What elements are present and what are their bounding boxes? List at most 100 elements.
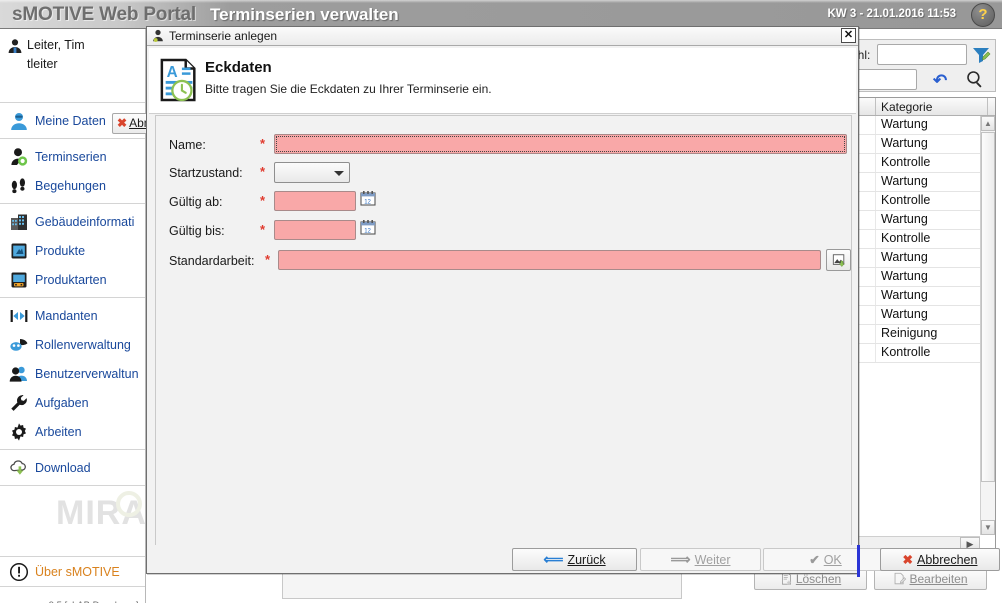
- table-row[interactable]: Reinigung: [847, 325, 995, 344]
- cell-divider: [875, 249, 876, 267]
- cell-divider: [875, 135, 876, 153]
- calendar-icon[interactable]: 12: [360, 219, 376, 235]
- avatar-icon: [7, 38, 23, 54]
- calendar-icon[interactable]: 12: [360, 190, 376, 206]
- arrow-left-icon: ⟸: [543, 551, 564, 567]
- cell-kategorie: Wartung: [881, 136, 928, 150]
- close-icon[interactable]: ✕: [841, 28, 856, 43]
- sidebar-item-label: Rollenverwaltung: [35, 337, 131, 352]
- cell-divider: [875, 268, 876, 286]
- sidebar-item-aufgaben[interactable]: Aufgaben: [0, 388, 145, 417]
- sidebar-item-produkte[interactable]: Produkte: [0, 236, 145, 265]
- cell-divider: [875, 192, 876, 210]
- table-row[interactable]: Wartung: [847, 268, 995, 287]
- cell-divider: [875, 116, 876, 134]
- search-icon[interactable]: [965, 69, 985, 89]
- next-button[interactable]: ⟹ Weiter: [640, 548, 761, 571]
- label-standardarbeit: Standardarbeit:: [169, 254, 255, 268]
- cell-kategorie: Wartung: [881, 250, 928, 264]
- sidebar-item-begehungen[interactable]: Begehungen: [0, 171, 145, 200]
- scroll-thumb[interactable]: [981, 132, 995, 482]
- user-block: Leiter, Tim tleiter: [0, 29, 145, 103]
- required-marker: *: [260, 164, 266, 179]
- table-row[interactable]: Wartung: [847, 173, 995, 192]
- label-name: Name:: [169, 138, 206, 152]
- application-window: sMOTIVE Web Portal Terminserien verwalte…: [0, 0, 1002, 603]
- help-icon[interactable]: ?: [971, 3, 995, 27]
- dialog-title: Terminserie anlegen: [169, 29, 278, 43]
- svg-text:12: 12: [364, 199, 371, 205]
- dialog-banner: A Eckdaten Bitte tragen Sie die Eckdaten…: [149, 48, 856, 114]
- sidebar-item-benutzerverwaltung[interactable]: Benutzerverwaltun: [0, 359, 145, 388]
- sidebar-item-label: Aufgaben: [35, 395, 89, 410]
- cell-divider: [875, 230, 876, 248]
- table-row[interactable]: Wartung: [847, 306, 995, 325]
- vertical-scrollbar[interactable]: ▲ ▼: [980, 116, 995, 535]
- table-row[interactable]: Kontrolle: [847, 154, 995, 173]
- grid-header-row: Kategorie: [847, 98, 995, 116]
- standardarbeit-input[interactable]: [278, 250, 821, 270]
- table-row[interactable]: Kontrolle: [847, 344, 995, 363]
- cell-kategorie: Kontrolle: [881, 231, 931, 245]
- sidebar-item-ueber-smotive[interactable]: Über sMOTIVE: [0, 557, 145, 586]
- eckdaten-document-icon: A: [159, 58, 201, 102]
- about-row: Über sMOTIVE: [0, 556, 145, 587]
- svg-text:A: A: [167, 64, 178, 81]
- cancel-button[interactable]: ✖ Abbrechen: [880, 548, 1000, 571]
- ok-button[interactable]: ✔ OK: [763, 548, 888, 571]
- sidebar-item-produktarten[interactable]: Produktarten: [0, 265, 145, 294]
- name-input[interactable]: [274, 134, 847, 154]
- sidebar-item-label: Mandanten: [35, 308, 98, 323]
- filter-count-input[interactable]: [877, 44, 967, 65]
- table-row[interactable]: Wartung: [847, 287, 995, 306]
- table-row[interactable]: Kontrolle: [847, 230, 995, 249]
- cell-kategorie: Wartung: [881, 174, 928, 188]
- label-gueltig-ab: Gültig ab:: [169, 195, 223, 209]
- edit-icon: [893, 572, 907, 585]
- dialog-footer: ⟸ Zurück ⟹ Weiter ✔ OK ✖ Abbrechen: [146, 545, 1000, 574]
- sidebar-item-label: Gebäudeinformati: [35, 214, 135, 229]
- cell-divider: [875, 344, 876, 362]
- label-startzustand: Startzustand:: [169, 166, 243, 180]
- cell-kategorie: Wartung: [881, 307, 928, 321]
- back-button[interactable]: ⟸ Zurück: [512, 548, 637, 571]
- standardarbeit-picker-button[interactable]: [826, 249, 851, 271]
- table-row[interactable]: Wartung: [847, 135, 995, 154]
- undo-icon[interactable]: ↶: [933, 71, 947, 91]
- cell-kategorie: Wartung: [881, 288, 928, 302]
- scroll-down-arrow[interactable]: ▼: [981, 520, 995, 535]
- sidebar-item-terminserien[interactable]: Terminserien: [0, 142, 145, 171]
- sidebar-item-mandanten[interactable]: Mandanten: [0, 301, 145, 330]
- table-row[interactable]: Wartung: [847, 249, 995, 268]
- cell-divider: [875, 287, 876, 305]
- sidebar-item-gebaeudeinformation[interactable]: Gebäudeinformati: [0, 207, 145, 236]
- sidebar-group-5: Download: [0, 450, 145, 486]
- sidebar-item-label: Meine Daten: [35, 113, 106, 128]
- sidebar-item-arbeiten[interactable]: Arbeiten: [0, 417, 145, 446]
- table-row[interactable]: Wartung: [847, 211, 995, 230]
- edit-label: Bearbeiten: [909, 571, 968, 586]
- filter-icon[interactable]: [971, 45, 991, 65]
- cloud-download-icon: [8, 457, 30, 479]
- sidebar-item-rollenverwaltung[interactable]: Rollenverwaltung: [0, 330, 145, 359]
- gueltig-ab-input[interactable]: [274, 191, 356, 211]
- gueltig-bis-input[interactable]: [274, 220, 356, 240]
- svg-text:12: 12: [364, 228, 371, 234]
- wrench-icon: [8, 392, 30, 414]
- startzustand-select[interactable]: [274, 162, 350, 183]
- sidebar-item-download[interactable]: Download: [0, 453, 145, 482]
- cell-divider: [875, 211, 876, 229]
- user-login: tleiter: [27, 57, 58, 71]
- cell-kategorie: Reinigung: [881, 326, 938, 340]
- user-icon: [8, 110, 30, 132]
- product-icon: [8, 240, 30, 262]
- sidebar-group-4: Mandanten Rollenverwaltung Benutzerverwa…: [0, 298, 145, 450]
- next-label: Weiter: [694, 552, 731, 567]
- table-row[interactable]: Kontrolle: [847, 192, 995, 211]
- required-marker: *: [265, 252, 271, 267]
- dialog-subheading: Bitte tragen Sie die Eckdaten zu Ihrer T…: [205, 82, 492, 96]
- required-marker: *: [260, 193, 266, 208]
- cancel-label: Abbrechen: [917, 552, 978, 567]
- table-row[interactable]: Wartung: [847, 116, 995, 135]
- scroll-up-arrow[interactable]: ▲: [981, 116, 995, 131]
